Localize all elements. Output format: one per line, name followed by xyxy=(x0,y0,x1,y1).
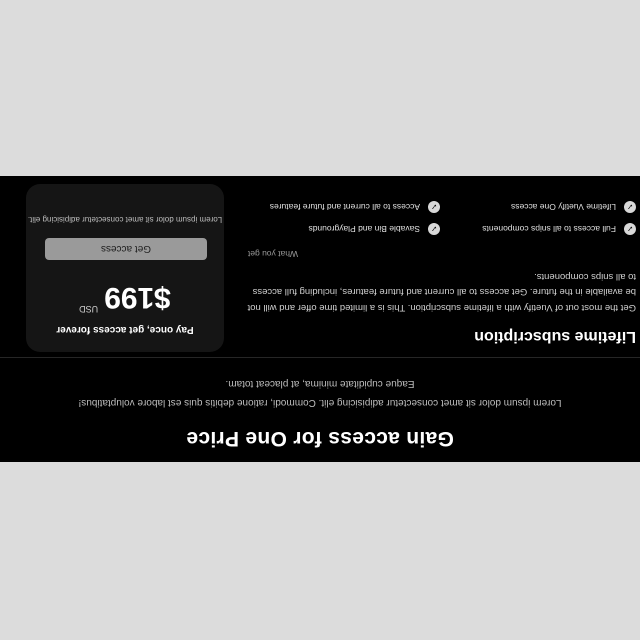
price-amount: $199 xyxy=(104,281,171,314)
pricing-section: Gain access for One Price Lorem ipsum do… xyxy=(0,176,640,462)
check-circle-icon: ✓ xyxy=(624,223,636,235)
feature-label: Savable Bin and Playgrounds xyxy=(308,224,420,234)
pay-once-label: Pay once, get access forever xyxy=(56,324,194,335)
feature-label: Lifetime Vuetify One access xyxy=(510,202,616,212)
plan-title: Lifetime subscription xyxy=(474,328,636,345)
page-stage: Gain access for One Price Lorem ipsum do… xyxy=(0,0,640,640)
plan-description: Get the most out of Vuetify with a lifet… xyxy=(247,271,636,313)
feature-label: Full access to all snips components xyxy=(482,224,616,234)
price-card: Pay once, get access forever $199 USD Get… xyxy=(26,184,224,352)
feature-label: Access to all current and future feature… xyxy=(269,202,420,212)
section-title: Gain access for One Price xyxy=(186,427,454,450)
check-circle-icon: ✓ xyxy=(624,201,636,213)
get-access-button[interactable]: Get access xyxy=(45,238,207,260)
check-circle-icon: ✓ xyxy=(428,223,440,235)
what-you-get-label: What you get xyxy=(247,249,298,259)
check-circle-icon: ✓ xyxy=(428,201,440,213)
section-subtitle: Lorem ipsum dolor sit amet consectetur a… xyxy=(78,378,562,408)
feature-list: ✓ Full access to all snips components ✓ … xyxy=(244,199,636,237)
feature-item: ✓ Lifetime Vuetify One access xyxy=(440,199,636,215)
price-row: $199 USD xyxy=(26,280,224,314)
feature-item: ✓ Access to all current and future featu… xyxy=(244,199,440,215)
price-currency: USD xyxy=(79,304,99,314)
feature-item: ✓ Savable Bin and Playgrounds xyxy=(244,221,440,237)
feature-item: ✓ Full access to all snips components xyxy=(440,221,636,237)
section-divider xyxy=(0,357,640,358)
price-card-note: Lorem ipsum dolor sit amet consectetur a… xyxy=(27,215,223,224)
